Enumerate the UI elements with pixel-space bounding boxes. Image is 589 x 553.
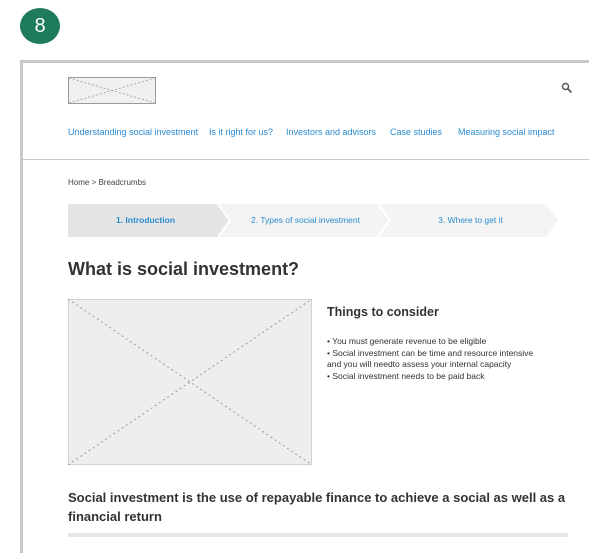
step-number-badge: 8 (20, 8, 60, 44)
considerations-list: • You must generate revenue to be eligib… (327, 336, 542, 382)
nav-item-investors[interactable]: Investors and advisors (286, 127, 376, 137)
breadcrumb[interactable]: Home > Breadcrumbs (68, 178, 146, 187)
step-where-to-get-it[interactable]: 3. Where to get it (388, 204, 553, 237)
nav-item-is-it-right[interactable]: Is it right for us? (209, 127, 273, 137)
image-placeholder (67, 298, 313, 466)
search-icon[interactable] (561, 82, 573, 94)
nav-item-understanding[interactable]: Understanding social investment (68, 127, 198, 137)
page-title: What is social investment? (68, 259, 300, 279)
list-item: • Social investment can be time and reso… (327, 347, 534, 370)
section-subheading: Social investment is the use of repayabl… (68, 490, 566, 524)
faded-text-line (68, 533, 568, 537)
nav-item-measuring-impact[interactable]: Measuring social impact (458, 127, 555, 137)
logo-cross-icon (68, 77, 156, 104)
image-placeholder-icon (67, 298, 313, 466)
list-item: • You must generate revenue to be eligib… (327, 336, 487, 346)
things-to-consider-heading: Things to consider (327, 305, 439, 319)
nav-item-case-studies[interactable]: Case studies (390, 127, 442, 137)
list-item: • Social investment needs to be paid bac… (327, 370, 485, 381)
step-introduction[interactable]: 1. Introduction (68, 204, 223, 237)
step-types-of-investment[interactable]: 2. Types of social investment (228, 204, 383, 237)
header-divider (20, 159, 589, 160)
logo-placeholder[interactable] (68, 77, 156, 104)
